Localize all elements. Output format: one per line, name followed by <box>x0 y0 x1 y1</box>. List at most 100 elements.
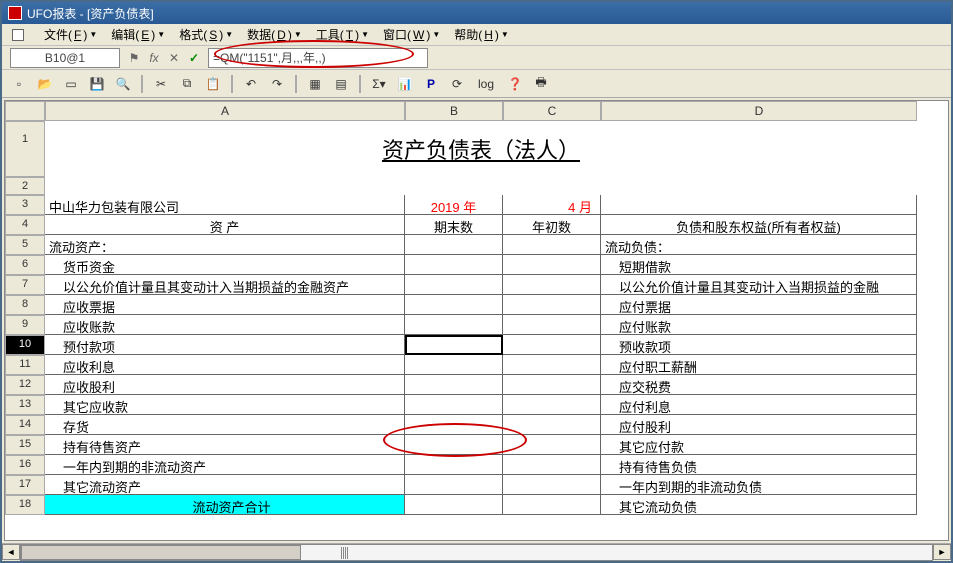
cell-d15[interactable]: 其它应付款 <box>601 435 917 455</box>
row-header-13[interactable]: 13 <box>5 395 45 415</box>
menu-f[interactable]: 文件(F) ▼ <box>38 24 103 45</box>
sigma-icon[interactable]: Σ▾ <box>368 73 390 95</box>
cell-a15[interactable]: 持有待售资产 <box>45 435 405 455</box>
cell-a13[interactable]: 其它应收款 <box>45 395 405 415</box>
cut-icon[interactable]: ✂ <box>150 73 172 95</box>
cell-c17[interactable] <box>503 475 601 495</box>
cell-d14[interactable]: 应付股利 <box>601 415 917 435</box>
scroll-right-icon[interactable]: ► <box>933 544 951 560</box>
row-header-17[interactable]: 17 <box>5 475 45 495</box>
row-header-2[interactable]: 2 <box>5 177 45 195</box>
cell-c9[interactable] <box>503 315 601 335</box>
row-header-7[interactable]: 7 <box>5 275 45 295</box>
cell-c6[interactable] <box>503 255 601 275</box>
cell-b7[interactable] <box>405 275 503 295</box>
cell-b10[interactable] <box>405 335 503 355</box>
row-header-18[interactable]: 18 <box>5 495 45 515</box>
cell-b14[interactable] <box>405 415 503 435</box>
cell-d7[interactable]: 以公允价值计量且其变动计入当期损益的金融 <box>601 275 917 295</box>
cell-c11[interactable] <box>503 355 601 375</box>
save-icon[interactable]: 💾 <box>86 73 108 95</box>
cell-b16[interactable] <box>405 455 503 475</box>
cell-a16[interactable]: 一年内到期的非流动资产 <box>45 455 405 475</box>
row-header-16[interactable]: 16 <box>5 455 45 475</box>
cell-a17[interactable]: 其它流动资产 <box>45 475 405 495</box>
menu-h[interactable]: 帮助(H) ▼ <box>448 24 515 45</box>
cell-b9[interactable] <box>405 315 503 335</box>
cell-a6[interactable]: 货币资金 <box>45 255 405 275</box>
new-icon[interactable]: ▫ <box>8 73 30 95</box>
help-icon[interactable]: ❓ <box>504 73 526 95</box>
row-header-14[interactable]: 14 <box>5 415 45 435</box>
log-icon[interactable]: log <box>472 73 500 95</box>
cell-d5[interactable]: 流动负债： <box>601 235 917 255</box>
scroll-track[interactable] <box>20 544 933 561</box>
row-header-10[interactable]: 10 <box>5 335 45 355</box>
doc-icon2[interactable]: ▭ <box>60 73 82 95</box>
refresh-icon[interactable]: ⟳ <box>446 73 468 95</box>
col-header-d[interactable]: D <box>601 101 917 121</box>
cell-c7[interactable] <box>503 275 601 295</box>
cell-d18[interactable]: 其它流动负债 <box>601 495 917 515</box>
cell-a5[interactable]: 流动资产： <box>45 235 405 255</box>
cell-d9[interactable]: 应付账款 <box>601 315 917 335</box>
cell-b12[interactable] <box>405 375 503 395</box>
col-header-b[interactable]: B <box>405 101 503 121</box>
cell-b13[interactable] <box>405 395 503 415</box>
cell-b17[interactable] <box>405 475 503 495</box>
cell-reference-box[interactable]: B10@1 <box>10 48 120 68</box>
col-header-a[interactable]: A <box>45 101 405 121</box>
cell-a7[interactable]: 以公允价值计量且其变动计入当期损益的金融资产 <box>45 275 405 295</box>
cell-c10[interactable] <box>503 335 601 355</box>
chart-icon[interactable]: 📊 <box>394 73 416 95</box>
row-header-11[interactable]: 11 <box>5 355 45 375</box>
scroll-left-icon[interactable]: ◄ <box>2 544 20 560</box>
cell-c18[interactable] <box>503 495 601 515</box>
doc-icon[interactable] <box>6 27 34 43</box>
cell-c15[interactable] <box>503 435 601 455</box>
menu-s[interactable]: 格式(S) ▼ <box>173 24 239 45</box>
cell-a9[interactable]: 应收账款 <box>45 315 405 335</box>
scroll-thumb[interactable] <box>21 545 301 560</box>
formula-input[interactable]: =QM("1151",月,,,年,,) <box>208 48 428 68</box>
confirm-icon[interactable]: ✓ <box>186 51 202 65</box>
row-header-6[interactable]: 6 <box>5 255 45 275</box>
cell-d13[interactable]: 应付利息 <box>601 395 917 415</box>
undo-icon[interactable]: ↶ <box>240 73 262 95</box>
row-header-1[interactable]: 1 <box>5 121 45 177</box>
print-icon[interactable]: 🖶 <box>530 73 552 95</box>
cell-a10[interactable]: 预付款项 <box>45 335 405 355</box>
col-header-c[interactable]: C <box>503 101 601 121</box>
cell-d16[interactable]: 持有待售负债 <box>601 455 917 475</box>
menu-t[interactable]: 工具(T) ▼ <box>310 24 375 45</box>
cell-c13[interactable] <box>503 395 601 415</box>
row-header-9[interactable]: 9 <box>5 315 45 335</box>
menu-w[interactable]: 窗口(W) ▼ <box>377 24 446 45</box>
p-icon[interactable]: P <box>420 73 442 95</box>
row-header-15[interactable]: 15 <box>5 435 45 455</box>
cell-d17[interactable]: 一年内到期的非流动负债 <box>601 475 917 495</box>
grid2-icon[interactable]: ▤ <box>330 73 352 95</box>
cell-d10[interactable]: 预收款项 <box>601 335 917 355</box>
row-header-8[interactable]: 8 <box>5 295 45 315</box>
cell-a8[interactable]: 应收票据 <box>45 295 405 315</box>
menu-d[interactable]: 数据(D) ▼ <box>241 24 308 45</box>
fx-icon[interactable]: fx <box>146 51 162 65</box>
cell-a12[interactable]: 应收股利 <box>45 375 405 395</box>
search-icon[interactable]: 🔍 <box>112 73 134 95</box>
spreadsheet-area[interactable]: A B C D 1 资产负债表（法人） 2 3 中山华力包装有限公司 2019 … <box>4 100 949 541</box>
cell-d8[interactable]: 应付票据 <box>601 295 917 315</box>
row-header-12[interactable]: 12 <box>5 375 45 395</box>
grid1-icon[interactable]: ▦ <box>304 73 326 95</box>
cell-b5[interactable] <box>405 235 503 255</box>
cell-c14[interactable] <box>503 415 601 435</box>
cell-a18[interactable]: 流动资产合计 <box>45 495 405 515</box>
cell-c12[interactable] <box>503 375 601 395</box>
menu-e[interactable]: 编辑(E) ▼ <box>105 24 171 45</box>
copy-icon[interactable]: ⧉ <box>176 73 198 95</box>
flag-icon[interactable]: ⚑ <box>126 51 142 65</box>
open-icon[interactable]: 📂 <box>34 73 56 95</box>
cell-b18[interactable] <box>405 495 503 515</box>
cell-c16[interactable] <box>503 455 601 475</box>
horizontal-scrollbar[interactable]: ◄ ► <box>2 543 951 561</box>
